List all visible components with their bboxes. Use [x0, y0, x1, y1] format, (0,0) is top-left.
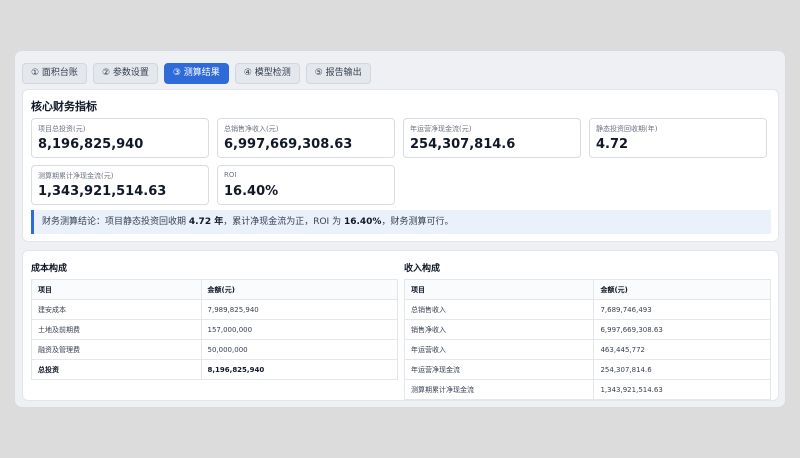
metric-card-total-investment: 项目总投资(元) 8,196,825,940 [31, 118, 209, 158]
table-row: 融资及管理费 50,000,000 [31, 339, 399, 360]
column-header: 项目 [403, 279, 595, 300]
table-header-row: 项目 金额(元) [31, 279, 399, 300]
metric-value: 4.72 [596, 137, 629, 152]
conclusion-prefix: 财务测算结论：项目静态投资回收期 [42, 217, 189, 227]
table-cell: 建安成本 [31, 299, 202, 320]
table-row: 总销售收入 7,689,746,493 [403, 299, 771, 320]
table-cell: 254,307,814.6 [593, 359, 771, 380]
table-cell: 6,997,669,308.63 [593, 319, 771, 340]
table-row: 土地及前期费 157,000,000 [31, 319, 399, 340]
tab-model-check[interactable]: ④ 模型检测 [234, 63, 300, 84]
metric-label: 总销售净收入(元) [224, 125, 279, 133]
table-cell: 463,445,772 [593, 339, 771, 360]
cost-table: 项目 金额(元) 建安成本 7,989,825,940 土地及前期费 157,0… [31, 279, 399, 380]
metric-card-net-sales-revenue: 总销售净收入(元) 6,997,669,308.63 [217, 118, 395, 158]
table-cell: 年运营收入 [403, 339, 595, 360]
table-cell: 7,689,746,493 [593, 299, 771, 320]
table-cell: 总销售收入 [403, 299, 595, 320]
app-window: ① 面积台账 ② 参数设置 ③ 测算结果 ④ 模型检测 ⑤ 报告输出 核心财务指… [14, 50, 786, 408]
table-cell: 销售净收入 [403, 319, 595, 340]
table-cell: 土地及前期费 [31, 319, 202, 340]
table-cell: 50,000,000 [200, 339, 399, 360]
tab-calculation-results[interactable]: ③ 测算结果 [163, 63, 229, 84]
metrics-title: 核心财务指标 [31, 100, 97, 113]
table-total-row: 总投资 8,196,825,940 [31, 359, 399, 380]
metric-label: 年运营净现金流(元) [410, 125, 472, 133]
column-header: 金额(元) [200, 279, 399, 300]
composition-panel: 成本构成 项目 金额(元) 建安成本 7,989,825,940 土地及前期费 … [22, 250, 779, 401]
table-cell: 融资及管理费 [31, 339, 202, 360]
revenue-table: 项目 金额(元) 总销售收入 7,689,746,493 销售净收入 6,997… [403, 279, 771, 400]
metric-value: 254,307,814.6 [410, 137, 516, 152]
metric-value: 6,997,669,308.63 [224, 137, 353, 152]
table-cell: 年运营净现金流 [403, 359, 595, 380]
table-cell: 8,196,825,940 [200, 359, 399, 380]
metric-value: 1,343,921,514.63 [38, 184, 167, 199]
metric-label: ROI [224, 171, 237, 179]
table-header-row: 项目 金额(元) [403, 279, 771, 300]
column-header: 项目 [31, 279, 202, 300]
revenue-table-title: 收入构成 [404, 264, 441, 274]
table-cell: 157,000,000 [200, 319, 399, 340]
table-cell: 1,343,921,514.63 [593, 379, 771, 400]
metric-label: 静态投资回收期(年) [596, 125, 658, 133]
metric-card-roi: ROI 16.40% [217, 165, 395, 205]
tab-area-ledger[interactable]: ① 面积台账 [22, 63, 87, 84]
table-cell: 总投资 [31, 359, 202, 380]
table-cell: 7,989,825,940 [200, 299, 399, 320]
metric-label: 测算期累计净现金流(元) [38, 172, 114, 180]
table-row: 测算期累计净现金流 1,343,921,514.63 [403, 379, 771, 400]
tab-parameter-settings[interactable]: ② 参数设置 [92, 63, 158, 84]
table-row: 年运营收入 463,445,772 [403, 339, 771, 360]
table-row: 年运营净现金流 254,307,814.6 [403, 359, 771, 380]
metric-card-annual-cash-flow: 年运营净现金流(元) 254,307,814.6 [403, 118, 581, 158]
metric-value: 16.40% [224, 184, 279, 199]
table-row: 建安成本 7,989,825,940 [31, 299, 399, 320]
table-cell: 测算期累计净现金流 [403, 379, 595, 400]
metric-card-payback-period: 静态投资回收期(年) 4.72 [589, 118, 767, 158]
metric-card-cumulative-cash-flow: 测算期累计净现金流(元) 1,343,921,514.63 [31, 165, 209, 205]
conclusion-middle: ，累计净现金流为正，ROI 为 [223, 217, 344, 227]
column-header: 金额(元) [593, 279, 771, 300]
cost-table-title: 成本构成 [31, 264, 68, 274]
conclusion-roi: 16.40% [343, 217, 382, 227]
conclusion-payback: 4.72 年 [188, 217, 224, 227]
metric-label: 项目总投资(元) [38, 125, 86, 133]
table-row: 销售净收入 6,997,669,308.63 [403, 319, 771, 340]
metrics-panel: 核心财务指标 项目总投资(元) 8,196,825,940 总销售净收入(元) … [22, 89, 779, 242]
conclusion-banner: 财务测算结论：项目静态投资回收期 4.72 年，累计净现金流为正，ROI 为 1… [31, 210, 771, 234]
step-tabs: ① 面积台账 ② 参数设置 ③ 测算结果 ④ 模型检测 ⑤ 报告输出 [22, 63, 371, 84]
conclusion-suffix: ，财务测算可行。 [381, 217, 454, 227]
metric-value: 8,196,825,940 [38, 137, 144, 152]
tab-report-output[interactable]: ⑤ 报告输出 [305, 63, 371, 84]
